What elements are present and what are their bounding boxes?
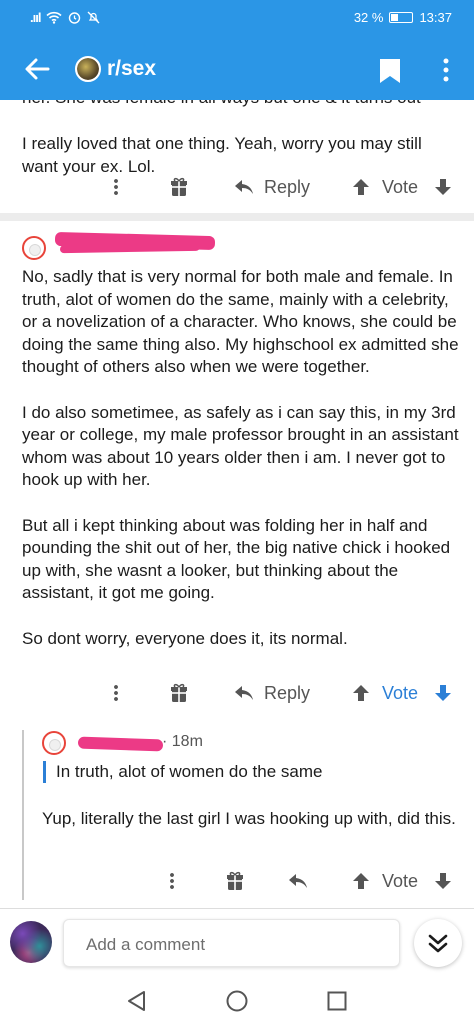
nav-back-icon[interactable] (126, 990, 146, 1012)
more-dots-icon[interactable] (114, 678, 118, 708)
add-comment-input[interactable]: Add a comment (63, 919, 400, 967)
vote-label: Vote (382, 682, 419, 703)
user-avatar[interactable] (22, 236, 46, 260)
comment-placeholder: Add a comment (86, 935, 206, 954)
bookmark-icon[interactable] (378, 58, 402, 84)
reply-label: Reply (264, 682, 311, 703)
reply-button[interactable]: Reply (234, 678, 310, 708)
nav-recents-icon[interactable] (327, 991, 347, 1011)
jump-down-button[interactable] (414, 919, 462, 967)
comment-actions: Vote (120, 866, 460, 896)
battery-icon (389, 12, 414, 23)
vote-label: Vote (382, 176, 419, 197)
reply-label: Reply (264, 176, 311, 197)
system-nav-bar (0, 976, 474, 1027)
reply-icon (235, 180, 253, 194)
clock: 13:37 (419, 10, 452, 25)
upvote-button[interactable]: Vote (352, 678, 418, 708)
double-chevron-down-icon (428, 934, 448, 953)
vote-label: Vote (382, 870, 419, 891)
back-arrow-icon[interactable] (22, 54, 52, 84)
wifi-icon (46, 11, 63, 24)
comment-paragraph: But all i kept thinking about was foldin… (22, 515, 451, 603)
more-dots-icon[interactable] (114, 172, 118, 202)
clipped-line: her. She was female in all ways but one … (22, 100, 421, 108)
reply-icon[interactable] (288, 866, 308, 896)
award-icon[interactable] (170, 678, 188, 708)
thread-line (22, 730, 24, 900)
upvote-icon (353, 179, 369, 195)
battery-text: 32 % (353, 10, 384, 25)
reply-button[interactable]: Reply (234, 172, 310, 202)
redacted-username-stroke (59, 242, 201, 254)
age-label: 18m (171, 733, 203, 750)
quote-paragraph: In truth, alot of women do the same (56, 762, 323, 781)
app-bar: r/sex (0, 38, 474, 100)
award-icon[interactable] (226, 866, 244, 896)
status-right: 32 % 13:37 (354, 10, 452, 25)
subreddit-avatar[interactable] (75, 56, 101, 82)
upvote-button[interactable]: Vote (352, 172, 418, 202)
quote-text: In truth, alot of women do the same (56, 761, 456, 784)
upvote-icon (353, 873, 369, 889)
composer-divider (0, 908, 474, 909)
downvote-icon[interactable] (434, 678, 452, 708)
status-bar: .ııl 32 % 13:37 (0, 0, 474, 38)
downvote-icon[interactable] (434, 172, 452, 202)
status-icons: .ııl (30, 10, 100, 25)
reply-icon (235, 686, 253, 700)
upvote-button[interactable]: Vote (352, 866, 418, 896)
comment-actions: Reply Vote (100, 172, 460, 202)
signal-icon: .ııl (30, 10, 41, 25)
more-dots-icon[interactable] (170, 866, 174, 896)
comment-paragraph: So dont worry, everyone does it, its nor… (22, 628, 348, 648)
subreddit-title[interactable]: r/sex (107, 57, 156, 81)
nav-home-icon[interactable] (226, 990, 248, 1012)
quote-bar (43, 761, 46, 783)
my-avatar[interactable] (10, 921, 52, 963)
comment-divider (0, 213, 474, 221)
mute-icon (87, 11, 100, 24)
comment-age: · 18m (162, 733, 203, 750)
comment-paragraph: I do also sometimee, as safely as i can … (22, 402, 459, 490)
comment-paragraph: Yup, literally the last girl I was hooki… (42, 809, 456, 828)
user-avatar[interactable] (42, 731, 66, 755)
downvote-icon[interactable] (434, 866, 452, 896)
upvote-icon (353, 685, 369, 701)
alarm-icon (69, 12, 81, 24)
comment-body: Yup, literally the last girl I was hooki… (42, 808, 462, 831)
comment-actions: Reply Vote (100, 678, 460, 708)
redacted-username (77, 736, 164, 752)
clipped-text-line: her. She was female in all ways but one … (22, 100, 462, 114)
comment-paragraph: No, sadly that is very normal for both m… (22, 267, 459, 377)
more-vert-icon[interactable] (436, 56, 456, 84)
award-icon[interactable] (170, 172, 188, 202)
comment-body: No, sadly that is very normal for both m… (22, 266, 462, 650)
